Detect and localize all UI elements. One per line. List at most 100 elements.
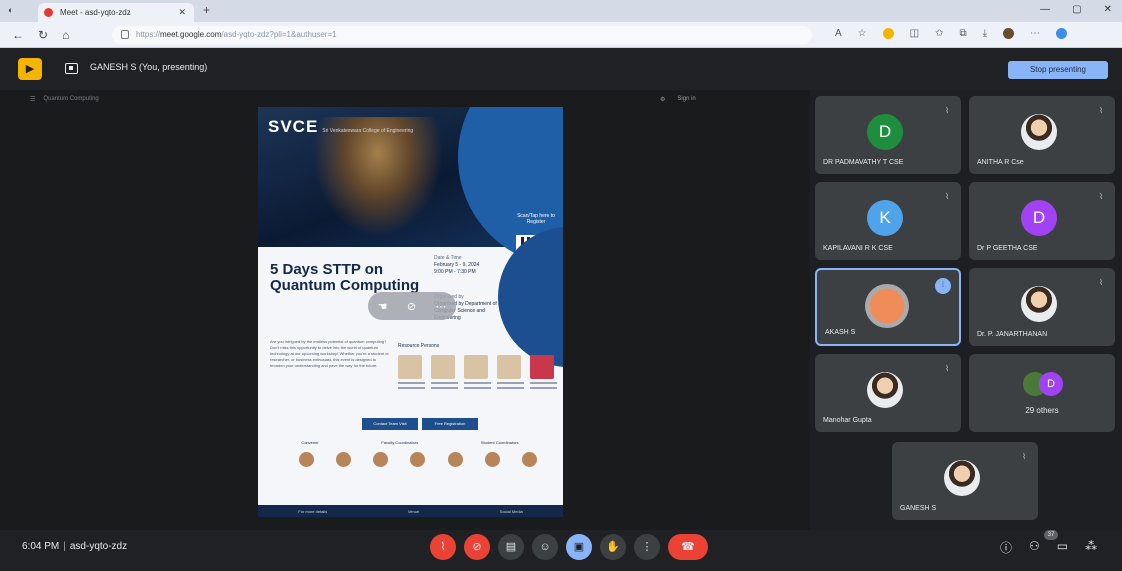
reactions-overlay[interactable]: ☚ ⊘ ⋯ [368, 292, 456, 320]
address-bar[interactable]: https://meet.google.com/asd-yqto-zdz?pli… [112, 26, 812, 44]
meet-favicon-icon [44, 8, 53, 17]
side-controls: ⓘ ⚇ ▭ ⁂ [1000, 539, 1097, 556]
participant-tile-speaking[interactable]: ⁞ AKASH S [815, 268, 961, 346]
minimize-icon[interactable]: — [1040, 4, 1050, 15]
presenting-icon [65, 63, 78, 74]
resource-person [431, 355, 458, 399]
others-avatars: D [1023, 370, 1063, 398]
tab-meet[interactable]: Meet - asd-yqto-zdz ✕ [38, 3, 194, 22]
others-tile[interactable]: D 29 others [969, 354, 1115, 432]
avatar [865, 284, 909, 328]
window-controls: — ▢ ✕ [1040, 4, 1112, 15]
avatar [867, 372, 903, 408]
participant-tile[interactable]: ⌇ Dr. P. JANARTHANAN [969, 268, 1115, 346]
poster-title: 5 Days STTP on Quantum Computing [270, 261, 420, 294]
stop-presenting-button[interactable]: Stop presenting [1008, 61, 1108, 79]
captions-icon[interactable]: ▤ [498, 534, 524, 560]
info-icon[interactable]: ⓘ [1000, 539, 1012, 556]
close-window-icon[interactable]: ✕ [1104, 4, 1112, 15]
activities-icon[interactable]: ⁂ [1085, 539, 1097, 556]
thumb-icon[interactable]: ☚ [378, 300, 388, 313]
more-options-icon[interactable]: ⋮ [634, 534, 660, 560]
resource-persons [398, 355, 558, 399]
participant-tile[interactable]: ⌇ Manohar Gupta [815, 354, 961, 432]
new-tab-button[interactable]: + [203, 3, 210, 17]
shared-window-tabbar: ☰ Quantum Computing [30, 96, 99, 103]
read-aloud-icon[interactable]: A [835, 28, 842, 39]
url-path: /asd-yqto-zdz?pli=1&authuser=1 [221, 30, 337, 39]
participant-name: AKASH S [825, 329, 856, 336]
shared-tab-label: Quantum Computing [43, 96, 99, 102]
favorites-icon[interactable]: ✩ [935, 28, 943, 39]
coordinator-photos [288, 452, 548, 467]
lock-icon [121, 30, 129, 39]
coordinator-photo [373, 452, 389, 467]
copilot-icon[interactable] [1056, 28, 1068, 39]
chat-icon[interactable]: ▭ [1057, 539, 1068, 556]
resource-person [530, 355, 557, 399]
coordinator-photo [447, 452, 463, 467]
coordinator-photo [410, 452, 426, 467]
participant-tile[interactable]: ⌇ D Dr P GEETHA CSE [969, 182, 1115, 260]
back-icon[interactable]: ← [12, 28, 24, 42]
emoji-icon[interactable]: ☺ [532, 534, 558, 560]
participant-name: Dr P GEETHA CSE [977, 245, 1038, 252]
self-tile[interactable]: ⌇ GANESH S [892, 442, 1038, 520]
meeting-code: asd-yqto-zdz [69, 541, 128, 552]
poster-buttons: Contact Team Visit Free Registration [362, 418, 478, 430]
browser-toolbar: ← ↻ ⌂ https://meet.google.com/asd-yqto-z… [0, 22, 1122, 48]
mic-off-icon: ⌇ [945, 364, 949, 373]
raise-hand-icon[interactable]: ✋ [600, 534, 626, 560]
profile-icon[interactable]: ◐ [8, 5, 13, 15]
meeting-control-bar: 6:04 PM | asd-yqto-zdz ⌇ ⊘ ▤ ☺ ▣ ✋ ⋮ ☎ 37 … [0, 530, 1122, 571]
menu-icon[interactable]: ⋯ [1030, 28, 1040, 39]
avatar [944, 460, 980, 496]
meeting-time: 6:04 PM [22, 541, 60, 552]
extension-icons: A ☆ ◫ ✩ ⧉ ⤓ ⋯ [835, 28, 1068, 39]
avatar [1021, 286, 1057, 322]
shared-tab-icon: ☰ [30, 97, 36, 103]
poster-header-image: SVCE Sri Venkateswara College of Engineer… [258, 107, 563, 275]
collections-icon[interactable]: ⧉ [959, 28, 966, 39]
tab-strip-icons: ◐ [8, 5, 13, 15]
mute-overlay-icon[interactable]: ⊘ [407, 300, 416, 313]
nav-buttons: ← ↻ ⌂ [12, 28, 69, 42]
favorite-star-icon[interactable]: ☆ [858, 28, 867, 39]
separator: | [63, 541, 66, 552]
browser-window: ◐ Meet - asd-yqto-zdz ✕ + — ▢ ✕ ← ↻ ⌂ ht… [0, 0, 1122, 571]
home-icon[interactable]: ⌂ [62, 28, 69, 42]
mic-off-icon[interactable]: ⌇ [430, 534, 456, 560]
participant-name: ANITHA R Cse [977, 159, 1024, 166]
scan-text: Scan/Tap here to Register [517, 213, 555, 225]
split-screen-icon[interactable]: ◫ [910, 28, 919, 39]
coordinator-photo [336, 452, 352, 467]
poster-description: Are you intrigued by the endless potenti… [270, 339, 389, 368]
avatar [1021, 114, 1057, 150]
participant-name: Dr. P. JANARTHANAN [977, 331, 1048, 338]
url-prefix: https:// [136, 30, 161, 39]
restore-icon[interactable]: ▢ [1072, 4, 1081, 15]
avatar: K [867, 200, 903, 236]
present-icon[interactable]: ▣ [566, 534, 592, 560]
refresh-icon[interactable]: ↻ [38, 28, 48, 42]
downloads-icon[interactable]: ⤓ [983, 28, 987, 39]
resource-person [464, 355, 491, 399]
close-tab-icon[interactable]: ✕ [178, 7, 186, 18]
participant-tile[interactable]: ⌇ D DR PADMAVATHY T CSE [815, 96, 961, 174]
camera-off-icon[interactable]: ⊘ [464, 534, 490, 560]
profile-avatar[interactable] [1003, 28, 1015, 39]
people-icon[interactable]: ⚇ [1029, 539, 1040, 556]
coordinator-photo [299, 452, 315, 467]
participant-tile[interactable]: ⌇ ANITHA R Cse [969, 96, 1115, 174]
poster-register-button: Free Registration [422, 418, 478, 430]
shared-info-icon: ⚙ [660, 97, 666, 103]
poster-contact-button: Contact Team Visit [362, 418, 418, 430]
end-call-icon[interactable]: ☎ [668, 534, 708, 560]
coordinator-headers: Convener Faculty Coordinators Student Co… [301, 440, 519, 445]
participant-tile[interactable]: ⌇ K KAPILAVANI R K CSE [815, 182, 961, 260]
more-overlay-icon[interactable]: ⋯ [435, 300, 446, 313]
resource-persons-title: Resource Persons [398, 343, 440, 349]
presenting-label: GANESH S (You, presenting) [90, 62, 208, 72]
extension-icon[interactable] [882, 28, 894, 39]
mic-off-icon: ⌇ [1099, 106, 1103, 115]
